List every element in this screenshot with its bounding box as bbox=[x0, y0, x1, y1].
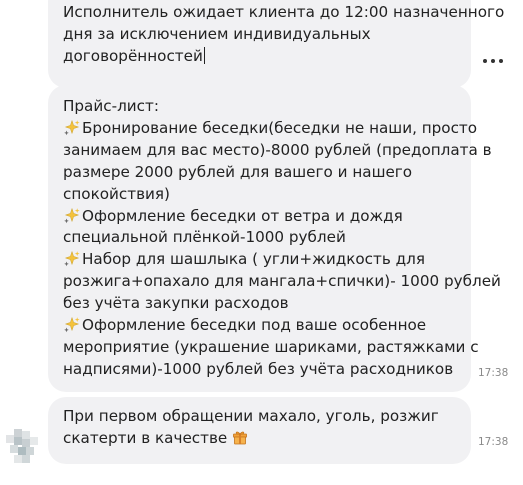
message-line: специальной плёнкой-1000 рублей bbox=[63, 227, 455, 249]
message-line: Оформление беседки под ваше особенное bbox=[63, 315, 455, 337]
message-line: надписями)-1000 рублей без учёта расходн… bbox=[63, 359, 455, 381]
message-time: 17:38 bbox=[478, 367, 509, 379]
dot-icon bbox=[483, 59, 487, 63]
message-line: дня за исключением индивидуальных bbox=[63, 24, 371, 43]
more-options-button[interactable] bbox=[483, 54, 503, 68]
dot-icon bbox=[499, 59, 503, 63]
message-line: спокойствия) bbox=[63, 184, 455, 206]
message-line: договорённостей bbox=[63, 46, 455, 68]
message-line-text: без учёта закупки расходов bbox=[63, 294, 289, 313]
message-line: При первом обращении махало, уголь, розж… bbox=[63, 407, 439, 425]
message-line-text: Бронирование беседки(беседки не наши, пр… bbox=[82, 118, 478, 137]
message-line-text: надписями)-1000 рублей без учёта расходн… bbox=[63, 359, 454, 378]
message-line: Прайс-лист: bbox=[63, 96, 455, 118]
message-line: занимаем для вас место)-8000 рублей (пре… bbox=[63, 140, 492, 162]
message-line-text: Прайс-лист: bbox=[63, 97, 159, 115]
message-line: розжига+опахало для мангала+спички)- 100… bbox=[63, 271, 501, 293]
message-line-text: размере 2000 рублей для вашего и нашего bbox=[63, 162, 413, 181]
message-line: размере 2000 рублей для вашего и нашего bbox=[63, 162, 455, 184]
message-line-text: занимаем для вас место)-8000 рублей (пре… bbox=[63, 140, 492, 159]
message-time: 17:38 bbox=[478, 436, 509, 448]
message-line-text: Набор для шашлыка ( угли+жидкость для bbox=[82, 250, 425, 269]
sparkle-icon bbox=[63, 119, 81, 136]
message-line-text: договорённостей bbox=[63, 46, 203, 65]
message-line: мероприятие (украшение шариками, растяжк… bbox=[63, 337, 479, 359]
message-line-text: скатерти в качестве bbox=[63, 428, 228, 447]
message-line-text: розжига+опахало для мангала+спички)- 100… bbox=[63, 272, 501, 291]
message-line: без учёта закупки расходов bbox=[63, 293, 455, 315]
message-line: скатерти в качестве bbox=[63, 428, 455, 450]
message-bubble[interactable]: При первом обращении махало, уголь, розж… bbox=[48, 397, 471, 464]
message-line-text: мероприятие (украшение шариками, растяжк… bbox=[63, 337, 479, 356]
chat-window: Исполнитель ожидает клиента до 12:00 наз… bbox=[0, 0, 523, 485]
text-cursor bbox=[203, 46, 205, 64]
message-line-text: специальной плёнкой-1000 рублей bbox=[63, 228, 346, 247]
message-line: Исполнитель ожидает клиента до 12:00 наз… bbox=[63, 3, 505, 21]
gift-icon bbox=[232, 429, 248, 445]
message-bubble[interactable]: Исполнитель ожидает клиента до 12:00 наз… bbox=[48, 0, 505, 88]
sparkle-icon bbox=[63, 250, 81, 267]
message-line: Набор для шашлыка ( угли+жидкость для bbox=[63, 249, 455, 271]
message-line: Оформление беседки от ветра и дождя bbox=[63, 206, 455, 228]
dot-icon bbox=[491, 59, 495, 63]
message-bubble-price-list[interactable]: Прайс-лист: Бронирование беседки(беседки … bbox=[48, 85, 501, 392]
sparkle-icon bbox=[63, 207, 81, 224]
message-line-text: Оформление беседки под ваше особенное bbox=[82, 316, 427, 335]
avatar[interactable] bbox=[6, 425, 42, 465]
sparkle-icon bbox=[63, 316, 81, 333]
message-line-text: спокойствия) bbox=[63, 184, 170, 203]
message-line: Бронирование беседки(беседки не наши, пр… bbox=[63, 118, 477, 140]
message-line-text: Оформление беседки от ветра и дождя bbox=[82, 206, 403, 225]
